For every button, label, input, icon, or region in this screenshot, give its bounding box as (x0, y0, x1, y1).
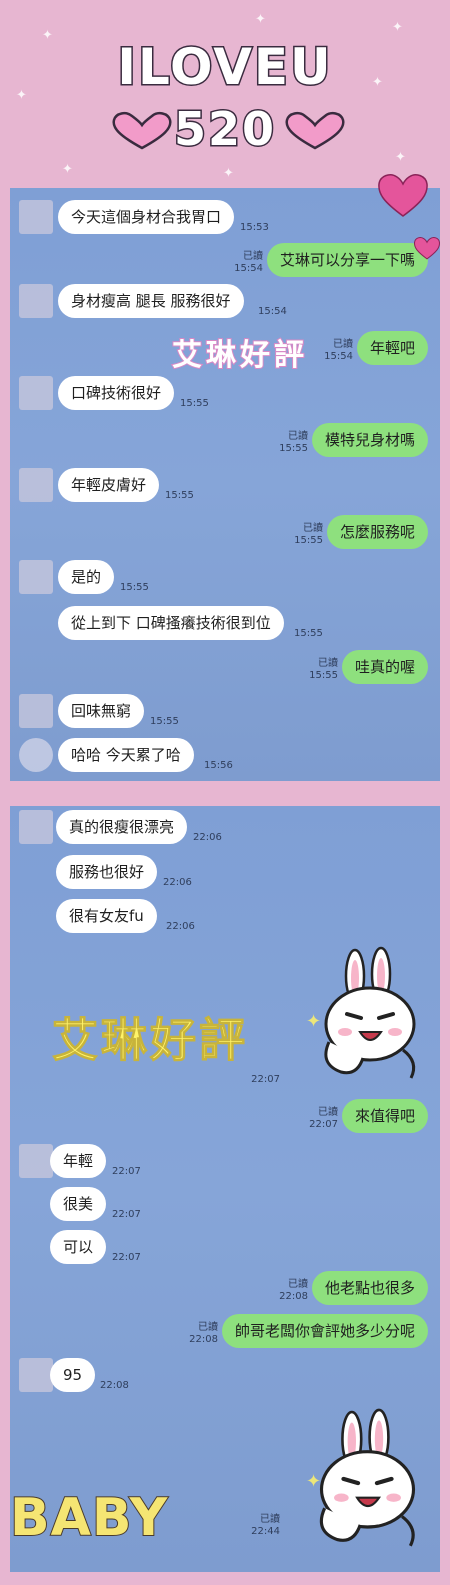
incoming-message-bubble[interactable]: 可以 (50, 1230, 107, 1264)
avatar[interactable] (19, 810, 53, 844)
read-receipt: 已讀 (288, 1279, 308, 1290)
message-time: 22:08 (100, 1380, 129, 1391)
message-time: 15:54 (234, 263, 263, 274)
incoming-message-bubble[interactable]: 服務也很好 (56, 855, 158, 889)
chat-screenshot-2: 真的很瘦很漂亮 22:06 服務也很好 22:06 很有女友fu 22:06 來值得吧 已讀 2… (10, 806, 440, 1572)
message-time: 15:55 (150, 716, 179, 727)
incoming-message-bubble[interactable]: 95 (50, 1358, 96, 1392)
outgoing-message-bubble[interactable]: 模特兒身材嗎 (312, 423, 429, 457)
read-receipt: 已讀 (198, 1322, 218, 1333)
incoming-message-bubble[interactable]: 是的 (58, 560, 115, 594)
incoming-message-bubble[interactable]: 口碑技術很好 (58, 376, 175, 410)
outgoing-message-bubble[interactable]: 艾琳可以分享一下嗎 (267, 243, 429, 277)
read-receipt: 已讀 (318, 1107, 338, 1118)
incoming-message-bubble[interactable]: 回味無窮 (58, 694, 145, 728)
incoming-message-bubble[interactable]: 很有女友fu (56, 899, 157, 933)
message-time: 22:08 (279, 1291, 308, 1302)
read-status: 已讀 15:54 (223, 251, 263, 275)
message-time: 22:07 (112, 1166, 141, 1177)
message-time: 15:54 (258, 306, 287, 317)
incoming-message-bubble[interactable]: 哈哈 今天累了哈 (58, 738, 194, 772)
incoming-message-bubble[interactable]: 從上到下 口碑搔癢技術很到位 (58, 606, 284, 640)
incoming-message-bubble[interactable]: 很美 (50, 1187, 107, 1221)
message-time: 15:55 (294, 628, 323, 639)
sticker-time: 22:07 (251, 1074, 280, 1085)
read-receipt: 已讀 (288, 431, 308, 442)
read-status: 已讀 15:55 (283, 523, 323, 547)
avatar[interactable] (19, 560, 53, 594)
sparkle-icon: ✦ (306, 1471, 322, 1492)
outgoing-message-bubble[interactable]: 帥哥老闆你會評她多少分呢 (222, 1314, 429, 1348)
avatar[interactable] (19, 284, 53, 318)
heart-left-icon (112, 111, 172, 150)
avatar[interactable] (19, 468, 53, 502)
avatar[interactable] (19, 1144, 53, 1178)
avatar[interactable] (19, 200, 53, 234)
baby-sticker-text: BABY (9, 1487, 169, 1549)
chat-screenshot-1: 今天這個身材合我胃口 15:53 艾琳可以分享一下嗎 已讀 15:54 身材瘦高 腿長 服… (10, 188, 440, 781)
banner-title: ILOVEU (116, 37, 333, 98)
review-stamp: 艾琳好評 (52, 1013, 248, 1068)
outgoing-message-bubble[interactable]: 來值得吧 (342, 1099, 429, 1133)
star-icon: ✦ (62, 162, 73, 177)
incoming-message-bubble[interactable]: 真的很瘦很漂亮 (56, 810, 188, 844)
banner: ✦ ✦ ✦ ✦ ✦ ✦ ✦ ✦ ILOVEU 520 (0, 0, 450, 192)
banner-subtitle: 520 (172, 101, 277, 158)
read-status: 已讀 15:54 (313, 339, 353, 363)
read-receipt: 已讀 (318, 658, 338, 669)
avatar[interactable] (19, 1358, 53, 1392)
incoming-message-bubble[interactable]: 年輕 (50, 1144, 107, 1178)
star-icon: ✦ (392, 20, 403, 35)
outgoing-message-bubble[interactable]: 年輕吧 (357, 331, 429, 365)
message-time: 22:07 (309, 1119, 338, 1130)
message-time: 15:53 (240, 222, 269, 233)
avatar[interactable] (19, 694, 53, 728)
message-time: 22:07 (112, 1209, 141, 1220)
message-time: 15:55 (294, 535, 323, 546)
message-time: 15:55 (120, 582, 149, 593)
message-time: 15:55 (165, 490, 194, 501)
message-time: 22:06 (166, 921, 195, 932)
outgoing-message-bubble[interactable]: 怎麼服務呢 (327, 515, 429, 549)
message-time: 15:55 (309, 670, 338, 681)
read-receipt: 已讀 (333, 339, 353, 350)
message-time: 22:07 (112, 1252, 141, 1263)
read-status: 已讀 22:08 (268, 1279, 308, 1303)
watermark-text: 艾琳好評 (171, 337, 308, 374)
read-status: 已讀 15:55 (268, 431, 308, 455)
read-receipt: 已讀 (243, 251, 263, 262)
bunny-sticker (324, 946, 416, 1079)
outgoing-message-bubble[interactable]: 他老點也很多 (312, 1271, 429, 1305)
message-time: 22:06 (193, 832, 222, 843)
incoming-message-bubble[interactable]: 年輕皮膚好 (58, 468, 160, 502)
avatar[interactable] (19, 738, 53, 772)
read-status: 已讀 15:55 (298, 658, 338, 682)
incoming-message-bubble[interactable]: 身材瘦高 腿長 服務很好 (58, 284, 244, 318)
message-time: 15:55 (180, 398, 209, 409)
avatar[interactable] (19, 376, 53, 410)
read-status: 已讀 22:08 (178, 1322, 218, 1346)
message-time: 15:55 (279, 443, 308, 454)
outgoing-message-bubble[interactable]: 哇真的喔 (342, 650, 429, 684)
message-time: 15:56 (204, 760, 233, 771)
final-read-status: 已讀 22:44 (251, 1514, 280, 1537)
star-icon: ✦ (255, 12, 266, 27)
bunny-sticker-2 (319, 1408, 416, 1547)
read-receipt: 已讀 (303, 523, 323, 534)
message-time: 22:06 (163, 877, 192, 888)
incoming-message-bubble[interactable]: 今天這個身材合我胃口 (58, 200, 235, 234)
heart-right-icon (285, 111, 345, 150)
read-status: 已讀 22:07 (298, 1107, 338, 1131)
star-icon: ✦ (223, 166, 234, 181)
message-time: 22:08 (189, 1334, 218, 1345)
heart-small-icon (414, 237, 440, 260)
heart-sticker-icon (378, 174, 428, 217)
message-time: 15:54 (324, 351, 353, 362)
